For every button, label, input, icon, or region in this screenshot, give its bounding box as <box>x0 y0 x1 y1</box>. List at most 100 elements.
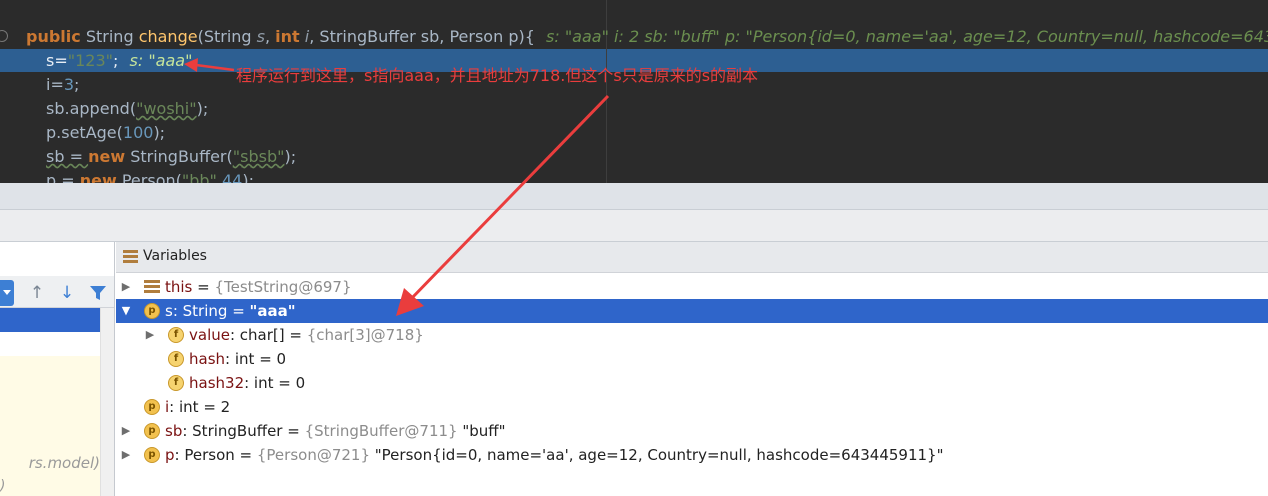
variable-ref: {StringBuffer@711} <box>304 422 458 440</box>
breakpoint-gutter-icon[interactable] <box>0 30 8 42</box>
inline-debug-values: s: "aaa" i: 2 sb: "buff" p: "Person{id=0… <box>546 27 1268 46</box>
arrow-up-icon[interactable]: ↑ <box>26 282 48 304</box>
variables-panel: Variables ▶ this = {TestString@697} ▼ p … <box>116 242 1268 496</box>
collapse-arrow-icon[interactable]: ▼ <box>119 299 133 323</box>
parameter-icon: p <box>144 303 160 319</box>
return-type: String <box>85 27 134 46</box>
method-name: change <box>138 27 198 46</box>
code-number-literal: 44 <box>221 171 243 183</box>
code-call: sb.append( <box>46 99 137 118</box>
thread-selector-dropdown[interactable] <box>0 280 14 306</box>
frame-item-library[interactable] <box>0 356 100 496</box>
frames-scrollbar[interactable] <box>100 308 114 496</box>
equals-sign: = <box>273 374 296 392</box>
variable-row-i[interactable]: p i: int = 2 <box>116 395 1268 419</box>
code-line-assign-s[interactable]: s="123"; s: "aaa" <box>46 49 192 73</box>
variable-ref: {char[3]@718} <box>306 326 424 344</box>
code-suffix: ); <box>284 147 297 166</box>
object-icon <box>144 280 160 294</box>
parameter-icon: p <box>144 423 160 439</box>
code-editor[interactable]: public String change(String s, int i, St… <box>0 0 1268 183</box>
variable-row-s[interactable]: ▼ p s: String = "aaa" <box>116 299 1268 323</box>
variable-value: "aaa" <box>249 302 296 320</box>
code-string-literal: "bb" <box>181 171 217 183</box>
separator: , <box>265 27 276 46</box>
code-constructor: StringBuffer( <box>125 147 233 166</box>
expand-arrow-icon[interactable]: ▶ <box>143 323 157 347</box>
variable-type: : Person <box>174 446 235 464</box>
variable-row-hash32[interactable]: f hash32: int = 0 <box>116 371 1268 395</box>
code-lhs: sb = <box>46 147 89 166</box>
equals-sign: = <box>198 398 221 416</box>
variable-value: 0 <box>276 350 287 368</box>
code-constructor: Person( <box>116 171 182 183</box>
code-call: p.setAge( <box>46 123 123 142</box>
param-i: i <box>299 27 310 46</box>
variable-name: s <box>165 302 173 320</box>
variable-row-value[interactable]: ▶ f value: char[] = {char[3]@718} <box>116 323 1268 347</box>
variable-value: "Person{id=0, name='aa', age=12, Country… <box>370 446 944 464</box>
param-type-string: (String <box>197 27 257 46</box>
variable-value: 2 <box>220 398 231 416</box>
code-line-append[interactable]: sb.append("woshi"); <box>46 97 208 121</box>
code-suffix: ); <box>153 123 166 142</box>
code-semicolon: ; <box>74 75 80 94</box>
code-number-literal: 100 <box>122 123 154 142</box>
param-s: s <box>256 27 265 46</box>
variables-icon <box>123 250 138 264</box>
equals-sign: = <box>284 326 307 344</box>
code-line-method-signature[interactable]: public String change(String s, int i, St… <box>26 25 1268 49</box>
equals-sign: = <box>192 278 215 296</box>
variable-name: this <box>165 278 193 296</box>
debug-tool-window-header <box>0 183 1268 210</box>
frame-item-label: ) <box>0 478 6 494</box>
code-lhs: p = <box>46 171 80 183</box>
code-line-assign-i[interactable]: i=3; <box>46 73 79 97</box>
variable-name: value <box>189 326 230 344</box>
variable-name: p <box>165 446 175 464</box>
code-suffix: ); <box>196 99 209 118</box>
field-icon: f <box>168 351 184 367</box>
variable-value: 0 <box>295 374 306 392</box>
code-line-setage[interactable]: p.setAge(100); <box>46 121 165 145</box>
variable-ref: {TestString@697} <box>214 278 352 296</box>
code-string-literal: "sbsb" <box>232 147 285 166</box>
frame-item-selected[interactable] <box>0 308 100 332</box>
expand-arrow-icon[interactable]: ▶ <box>119 419 133 443</box>
code-line-new-person[interactable]: p = new Person("bb",44); <box>46 169 254 183</box>
variable-row-this[interactable]: ▶ this = {TestString@697} <box>116 275 1268 299</box>
keyword-public: public <box>26 27 81 46</box>
variable-type: : char[] <box>229 326 285 344</box>
code-suffix: ); <box>242 171 254 183</box>
keyword-new: new <box>79 171 117 183</box>
equals-sign: = <box>227 302 250 320</box>
param-rest: , StringBuffer sb, Person p){ <box>309 27 535 46</box>
field-icon: f <box>168 327 184 343</box>
debug-toolbar <box>0 210 1268 242</box>
filter-icon[interactable] <box>87 282 109 304</box>
frame-item[interactable] <box>0 332 100 356</box>
variable-ref: {Person@721} <box>256 446 370 464</box>
variable-name: sb <box>165 422 183 440</box>
variable-row-hash[interactable]: f hash: int = 0 <box>116 347 1268 371</box>
expand-arrow-icon[interactable]: ▶ <box>119 443 133 467</box>
variable-row-sb[interactable]: ▶ p sb: StringBuffer = {StringBuffer@711… <box>116 419 1268 443</box>
variable-type: : int <box>169 398 199 416</box>
parameter-icon: p <box>144 399 160 415</box>
variable-row-p[interactable]: ▶ p p: Person = {Person@721} "Person{id=… <box>116 443 1268 467</box>
code-string-literal: "123" <box>67 51 114 70</box>
annotation-text: 程序运行到这里，s指向aaa，并且地址为718.但这个s只是原来的s的副本 <box>236 66 759 85</box>
expand-arrow-icon[interactable]: ▶ <box>119 275 133 299</box>
code-lhs: s= <box>46 51 68 70</box>
variable-value: "buff" <box>457 422 506 440</box>
variables-header: Variables <box>116 242 1268 273</box>
arrow-down-icon[interactable]: ↓ <box>56 282 78 304</box>
code-line-new-stringbuffer[interactable]: sb = new StringBuffer("sbsb"); <box>46 145 296 169</box>
parameter-icon: p <box>144 447 160 463</box>
equals-sign: = <box>254 350 277 368</box>
inline-debug-value-s: s: "aaa" <box>129 51 193 70</box>
code-lhs: i= <box>46 75 64 94</box>
variable-type: : String <box>172 302 228 320</box>
code-number-literal: 3 <box>63 75 75 94</box>
equals-sign: = <box>234 446 257 464</box>
